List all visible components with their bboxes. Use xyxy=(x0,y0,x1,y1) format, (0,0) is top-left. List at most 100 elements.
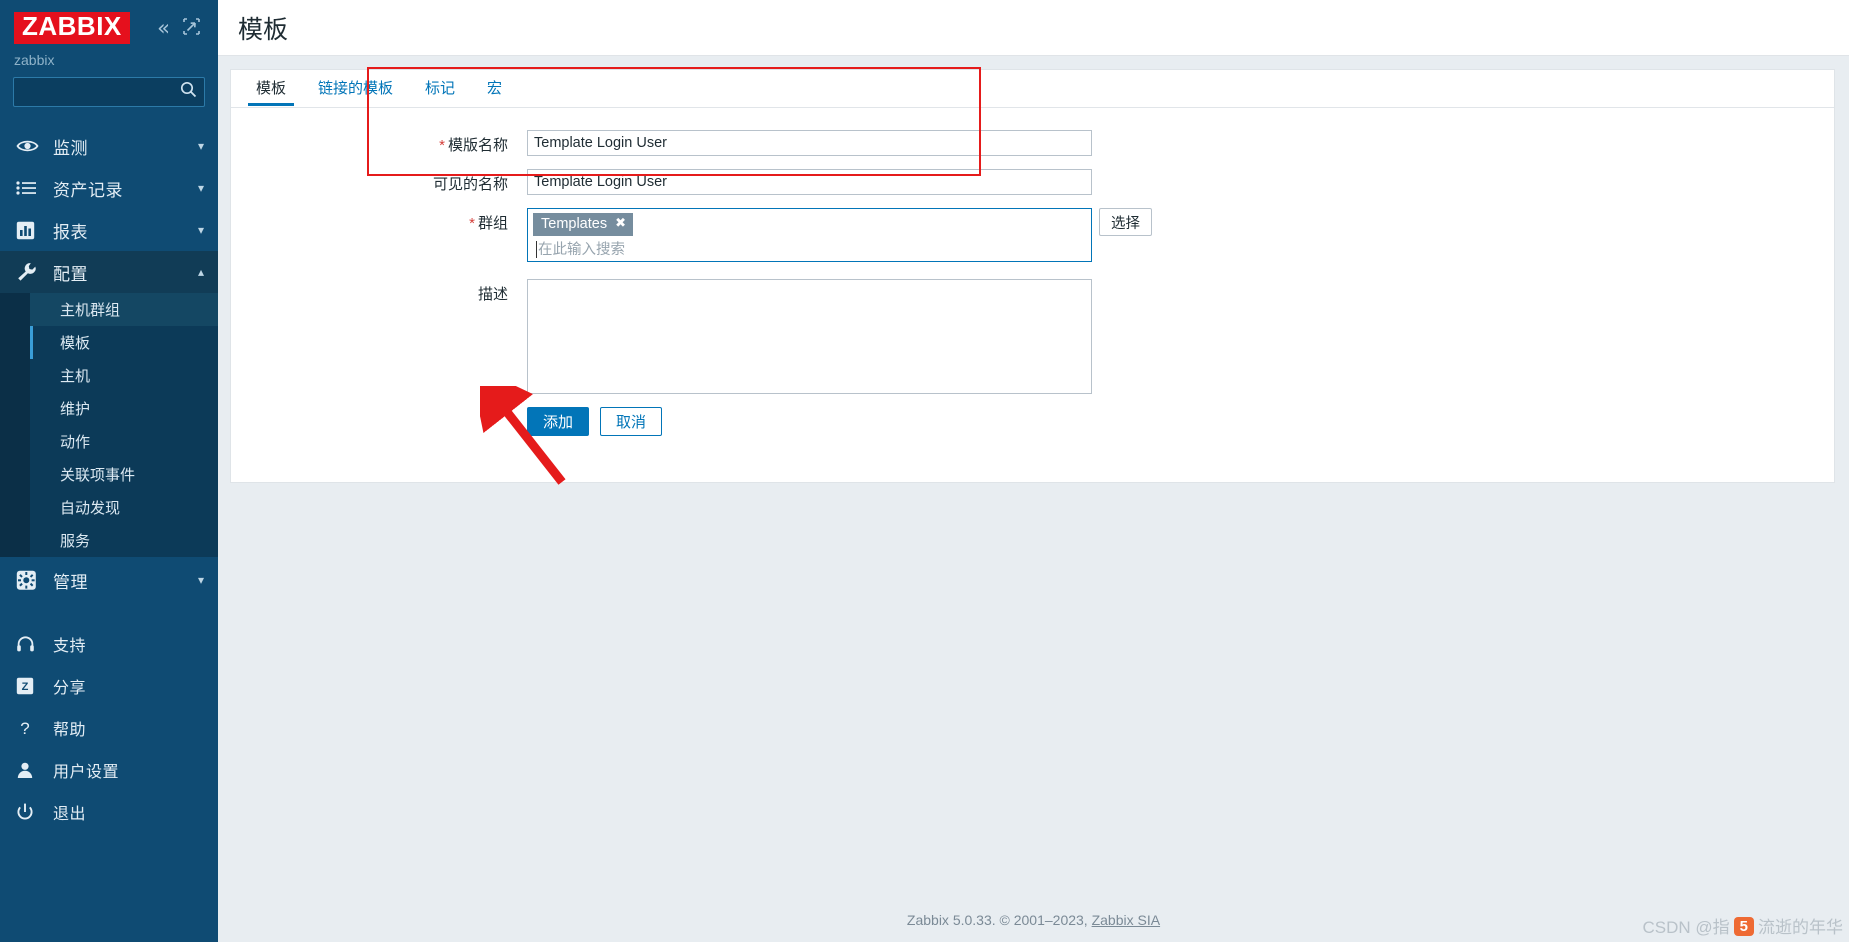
content-wrapper: 模板 链接的模板 标记 宏 *模版名称 可见的名称 xyxy=(218,56,1849,483)
zabbix-app: ZABBIX « zabbix 监测 ▾ 资产记录 ▾ 报表 ▾ 配置 ▴ 主机… xyxy=(0,0,1849,942)
sidebar-nav-bottom: 支持 Z 分享 ? 帮助 用户设置 退出 xyxy=(0,623,218,833)
eye-icon xyxy=(16,138,46,154)
sidebar-subitem-label: 服务 xyxy=(60,533,91,550)
sidebar-item-label: 报表 xyxy=(53,222,88,242)
sidebar-item-label: 退出 xyxy=(53,806,87,823)
sidebar-username: zabbix xyxy=(14,52,55,68)
sidebar-subitem-services[interactable]: 服务 xyxy=(0,524,218,557)
sidebar-subitem-hosts[interactable]: 主机 xyxy=(0,359,218,392)
required-asterisk: * xyxy=(439,137,445,154)
sidebar-subitem-discovery[interactable]: 自动发现 xyxy=(0,491,218,524)
svg-text:Z: Z xyxy=(22,681,29,693)
visible-name-label: 可见的名称 xyxy=(432,176,508,193)
chevron-down-icon: ▾ xyxy=(197,181,204,195)
chevron-down-icon: ▾ xyxy=(197,223,204,237)
sidebar-item-reports[interactable]: 报表 ▾ xyxy=(0,209,218,251)
description-label: 描述 xyxy=(477,286,508,304)
template-name-label: * 模版名称 xyxy=(439,137,508,154)
sidebar-subitem-actions[interactable]: 动作 xyxy=(0,425,218,458)
chevron-down-icon: ▾ xyxy=(197,573,204,587)
sidebar-item-label: 分享 xyxy=(53,680,87,697)
form-actions: 添加 取消 xyxy=(527,407,1834,462)
sidebar-item-label: 资产记录 xyxy=(53,180,123,200)
tab-template[interactable]: 模板 xyxy=(245,73,297,106)
cancel-button[interactable]: 取消 xyxy=(600,407,663,437)
chevron-down-icon: ▾ xyxy=(197,139,204,153)
field-row-description: 描述 xyxy=(231,279,1834,395)
group-chip-label: Templates xyxy=(541,216,608,232)
sidebar-subitem-label: 自动发现 xyxy=(60,500,121,517)
search-icon[interactable] xyxy=(180,81,197,103)
page-title: 模板 xyxy=(238,15,289,44)
sidebar-nav: 监测 ▾ 资产记录 ▾ 报表 ▾ 配置 ▴ 主机群组 模板 主机 维护 动作 关… xyxy=(0,125,218,833)
footer-text: Zabbix 5.0.33. © 2001–2023, xyxy=(906,912,1092,928)
field-row-template-name: * 模版名称 xyxy=(231,130,1834,156)
chart-icon xyxy=(16,221,46,240)
sidebar-subitem-label: 维护 xyxy=(60,401,91,418)
sidebar-item-configuration[interactable]: 配置 ▴ xyxy=(0,251,218,293)
sidebar-subitem-label: 关联项事件 xyxy=(60,467,136,484)
tab-macros[interactable]: 宏 xyxy=(476,73,513,105)
sidebar-subitem-event-correlation[interactable]: 关联项事件 xyxy=(0,458,218,491)
groups-placeholder-text: 在此输入搜索 xyxy=(538,242,625,259)
visible-name-input[interactable] xyxy=(527,169,1092,195)
tab-linked-templates[interactable]: 链接的模板 xyxy=(307,73,404,105)
watermark-prefix: CSDN @指 xyxy=(1642,918,1730,937)
search-box[interactable] xyxy=(13,77,205,107)
chevron-up-icon: ▴ xyxy=(197,265,204,279)
sidebar-subitem-label: 模板 xyxy=(60,335,91,352)
sidebar-item-label: 用户设置 xyxy=(53,764,120,781)
sidebar-item-support[interactable]: 支持 xyxy=(0,623,218,665)
sidebar-subnav-configuration: 主机群组 模板 主机 维护 动作 关联项事件 自动发现 服务 xyxy=(0,293,218,557)
sidebar: ZABBIX « zabbix 监测 ▾ 资产记录 ▾ 报表 ▾ 配置 ▴ 主机… xyxy=(0,0,218,942)
sidebar-item-help[interactable]: ? 帮助 xyxy=(0,707,218,749)
search-input[interactable] xyxy=(22,83,180,101)
sidebar-item-monitoring[interactable]: 监测 ▾ xyxy=(0,125,218,167)
sidebar-item-label: 配置 xyxy=(53,264,88,284)
description-textarea[interactable] xyxy=(527,279,1092,395)
chevrons-left-icon[interactable]: « xyxy=(157,17,170,39)
headset-icon xyxy=(16,635,46,654)
sidebar-subitem-label: 主机群组 xyxy=(60,302,121,319)
template-name-input[interactable] xyxy=(527,130,1092,156)
field-row-visible-name: 可见的名称 xyxy=(231,169,1834,195)
expand-icon[interactable] xyxy=(183,17,200,35)
sidebar-subitem-label: 动作 xyxy=(60,434,91,451)
main-content: 模板 模板 链接的模板 标记 宏 * 模版名称 Template Login U… xyxy=(218,0,1849,942)
sidebar-item-label: 管理 xyxy=(53,572,88,592)
add-button[interactable]: 添加 xyxy=(527,407,590,437)
watermark-suffix: 流逝的年华 xyxy=(1758,918,1843,937)
sidebar-search-wrap xyxy=(0,77,218,107)
zabbix-share-icon: Z xyxy=(16,677,46,695)
sidebar-item-share[interactable]: Z 分享 xyxy=(0,665,218,707)
template-form-card: 模板 链接的模板 标记 宏 *模版名称 可见的名称 xyxy=(230,67,1835,483)
footer-link[interactable]: Zabbix SIA xyxy=(1092,912,1160,928)
sidebar-subitem-maintenance[interactable]: 维护 xyxy=(0,392,218,425)
sidebar-subitem-host-groups[interactable]: 主机群组 xyxy=(0,293,218,326)
sidebar-subitem-label: 主机 xyxy=(60,368,91,385)
close-icon[interactable]: ✖ xyxy=(615,216,626,232)
wrench-icon xyxy=(16,262,46,282)
gear-icon xyxy=(16,570,46,591)
footer: Zabbix 5.0.33. © 2001–2023, Zabbix SIA xyxy=(218,912,1849,928)
user-icon xyxy=(16,761,46,779)
sidebar-header-icons: « xyxy=(157,17,206,39)
sidebar-item-inventory[interactable]: 资产记录 ▾ xyxy=(0,167,218,209)
tab-bar: 模板 链接的模板 标记 宏 xyxy=(231,70,1834,108)
template-form: *模版名称 可见的名称 *群组 Tem xyxy=(231,108,1834,462)
groups-multiselect[interactable]: Templates ✖ 在此输入搜索 xyxy=(527,208,1092,263)
group-chip[interactable]: Templates ✖ xyxy=(533,213,633,237)
text-caret xyxy=(536,241,537,259)
tab-tags[interactable]: 标记 xyxy=(414,73,466,105)
sidebar-item-administration[interactable]: 管理 ▾ xyxy=(0,559,218,601)
sidebar-item-signout[interactable]: 退出 xyxy=(0,791,218,833)
question-icon: ? xyxy=(16,719,46,738)
list-icon xyxy=(16,180,46,196)
groups-search-input[interactable]: 在此输入搜索 xyxy=(533,236,1086,259)
groups-label: * 群组 xyxy=(469,215,508,232)
select-group-button[interactable]: 选择 xyxy=(1099,208,1152,236)
sidebar-item-user-settings[interactable]: 用户设置 xyxy=(0,749,218,791)
sidebar-header: ZABBIX « xyxy=(0,0,218,46)
sidebar-item-label: 支持 xyxy=(53,638,87,655)
sidebar-subitem-templates[interactable]: 模板 xyxy=(0,326,218,359)
